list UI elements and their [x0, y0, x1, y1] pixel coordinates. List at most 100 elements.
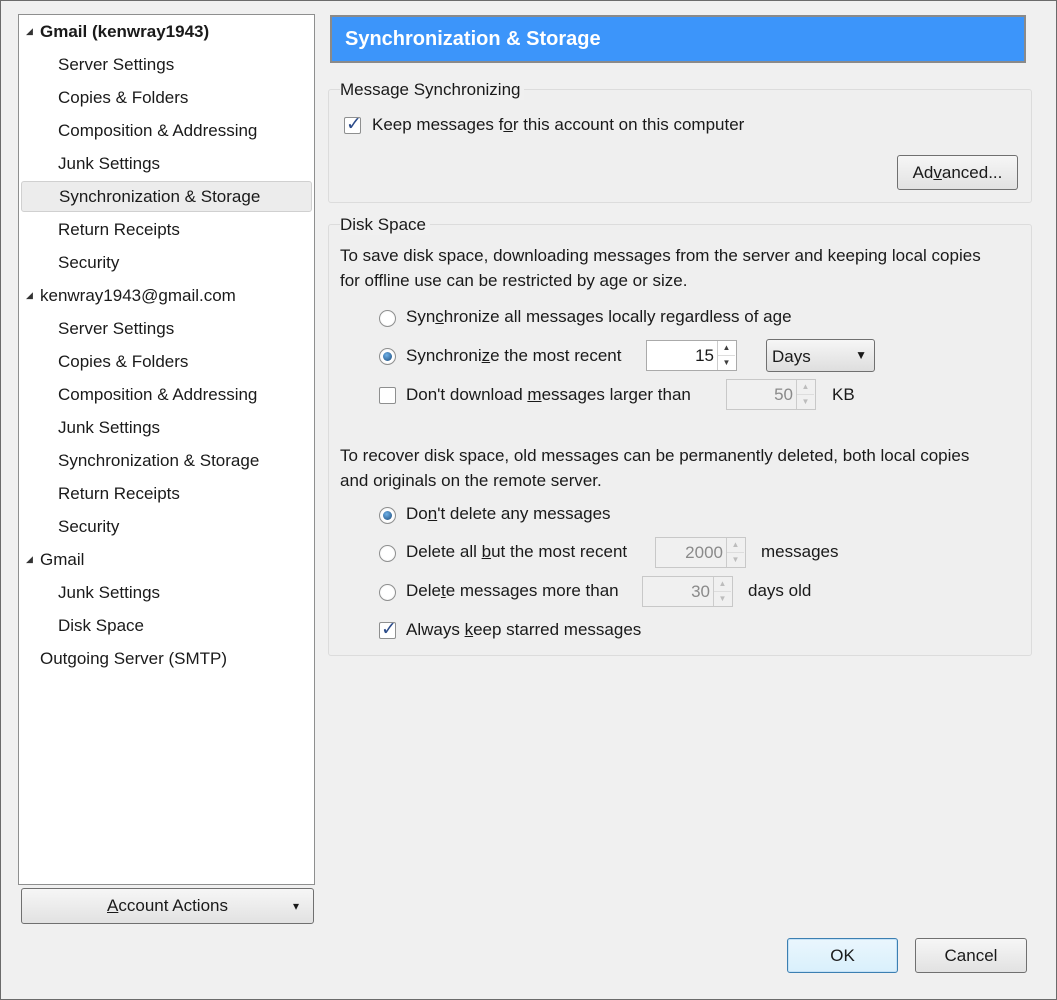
tree-item-label: Outgoing Server (SMTP): [40, 649, 228, 668]
expand-twisty-icon[interactable]: ◢: [26, 280, 36, 311]
spin-down-icon: ▼: [718, 594, 727, 603]
checkmark-icon: ✓: [381, 619, 397, 640]
max-size-unit: KB: [832, 385, 855, 404]
tree-item-label: Synchronization & Storage: [59, 187, 261, 206]
period-unit-value: Days: [772, 347, 811, 366]
tree-item-label: Gmail: [40, 550, 85, 569]
tree-item-label: Junk Settings: [58, 154, 161, 173]
tree-item-server-settings[interactable]: Server Settings: [21, 49, 312, 80]
chevron-down-icon: ▾: [292, 899, 299, 913]
tree-item-copies-folders[interactable]: Copies & Folders: [21, 346, 312, 377]
dropdown-arrow-icon: ▼: [855, 348, 867, 362]
delete-all-but-radio[interactable]: [379, 545, 396, 562]
checkmark-icon: ✓: [346, 114, 362, 135]
dont-download-label[interactable]: Don't download messages larger than: [406, 385, 691, 405]
sync-all-label[interactable]: Synchronize all messages locally regardl…: [406, 307, 792, 327]
tree-item-composition-addressing[interactable]: Composition & Addressing: [21, 379, 312, 410]
tree-item-label: Return Receipts: [58, 484, 180, 503]
advanced-button[interactable]: Advanced...: [897, 155, 1018, 190]
tree-item-label: Security: [58, 253, 120, 272]
sync-recent-radio[interactable]: [379, 348, 396, 365]
keep-starred-checkbox[interactable]: ✓: [379, 619, 397, 640]
cancel-button[interactable]: Cancel: [915, 938, 1027, 973]
ok-button[interactable]: OK: [787, 938, 898, 973]
tree-item-disk-space[interactable]: Disk Space: [21, 610, 312, 641]
spin-buttons: ▲ ▼: [726, 538, 745, 567]
tree-item-junk-settings[interactable]: Junk Settings: [21, 148, 312, 179]
spin-up-icon: ▲: [714, 577, 731, 592]
tree-item-label: Junk Settings: [58, 418, 161, 437]
delete-older-label[interactable]: Delete messages more than: [406, 581, 619, 601]
spin-up-icon[interactable]: ▲: [718, 341, 735, 356]
sync-all-radio[interactable]: [379, 310, 396, 327]
tree-item-label: Disk Space: [58, 616, 144, 635]
spin-buttons: ▲ ▼: [796, 380, 815, 409]
tree-item-gmail-kenwray1943[interactable]: ◢ Gmail (kenwray1943): [21, 16, 312, 47]
tree-item-label: Gmail (kenwray1943): [40, 22, 210, 41]
days-old-spinbox[interactable]: 30 ▲ ▼: [642, 576, 733, 607]
spin-down-icon: ▼: [731, 555, 740, 564]
tree-item-security[interactable]: Security: [21, 247, 312, 278]
spin-buttons: ▲ ▼: [717, 341, 736, 370]
message-sync-caption: Message Synchronizing: [340, 80, 525, 100]
tree-item-label: Server Settings: [58, 319, 175, 338]
dont-delete-label[interactable]: Don't delete any messages: [406, 504, 611, 524]
tree-item-label: Synchronization & Storage: [58, 451, 260, 470]
spin-up-icon: ▲: [797, 380, 814, 395]
disk-space-intro-line2: for offline use can be restricted by age…: [340, 271, 688, 290]
spin-down-icon: ▼: [801, 397, 810, 406]
period-unit-dropdown[interactable]: Days ▼: [766, 339, 875, 372]
dont-download-checkbox[interactable]: [379, 387, 396, 404]
recover-intro-line1: To recover disk space, old messages can …: [340, 446, 970, 465]
disk-space-intro-line1: To save disk space, downloading messages…: [340, 246, 981, 265]
tree-item-label: Composition & Addressing: [58, 385, 258, 404]
max-size-spinbox[interactable]: 50 ▲ ▼: [726, 379, 816, 410]
days-old-unit: days old: [748, 581, 812, 600]
tree-item-label: Security: [58, 517, 120, 536]
account-tree[interactable]: ◢ Gmail (kenwray1943) Server Settings Copie…: [18, 14, 315, 885]
tree-item-junk-settings[interactable]: Junk Settings: [21, 412, 312, 443]
tree-item-return-receipts[interactable]: Return Receipts: [21, 214, 312, 245]
keep-count-unit: messages: [761, 542, 839, 561]
tree-item-copies-folders[interactable]: Copies & Folders: [21, 82, 312, 113]
tree-item-label: Copies & Folders: [58, 352, 189, 371]
disk-space-caption: Disk Space: [340, 215, 430, 235]
spin-buttons: ▲ ▼: [713, 577, 732, 606]
tree-item-label: Return Receipts: [58, 220, 180, 239]
tree-item-gmail[interactable]: ◢ Gmail: [21, 544, 312, 575]
spin-down-icon[interactable]: ▼: [718, 356, 735, 370]
delete-all-but-label[interactable]: Delete all but the most recent: [406, 542, 627, 562]
tree-item-junk-settings[interactable]: Junk Settings: [21, 577, 312, 608]
sync-recent-value[interactable]: 15: [695, 341, 714, 370]
account-actions-button[interactable]: Account Actions ▾: [21, 888, 314, 924]
tree-item-label: Junk Settings: [58, 583, 161, 602]
tree-item-server-settings[interactable]: Server Settings: [21, 313, 312, 344]
tree-item-label: kenwray1943@gmail.com: [40, 286, 236, 305]
tree-item-return-receipts[interactable]: Return Receipts: [21, 478, 312, 509]
tree-item-composition-addressing[interactable]: Composition & Addressing: [21, 115, 312, 146]
tree-item-synchronization-storage[interactable]: Synchronization & Storage: [21, 445, 312, 476]
tree-item-label: Copies & Folders: [58, 88, 189, 107]
tree-item-kenwray1943-gmail-com[interactable]: ◢ kenwray1943@gmail.com: [21, 280, 312, 311]
page-title: Synchronization & Storage: [330, 15, 1026, 63]
sync-recent-label[interactable]: Synchronize the most recent: [406, 346, 621, 366]
keep-starred-label[interactable]: Always keep starred messages: [406, 620, 641, 640]
keep-messages-checkbox[interactable]: ✓: [344, 114, 362, 135]
keep-count-value: 2000: [685, 543, 723, 562]
delete-older-radio[interactable]: [379, 584, 396, 601]
tree-item-security[interactable]: Security: [21, 511, 312, 542]
keep-messages-label[interactable]: Keep messages for this account on this c…: [372, 115, 744, 135]
sync-recent-spinbox[interactable]: 15 ▲ ▼: [646, 340, 737, 371]
dont-delete-radio[interactable]: [379, 507, 396, 524]
tree-item-synchronization-storage[interactable]: Synchronization & Storage: [21, 181, 312, 212]
days-old-value: 30: [691, 582, 710, 601]
spin-up-icon: ▲: [727, 538, 744, 553]
expand-twisty-icon[interactable]: ◢: [26, 544, 36, 575]
max-size-value: 50: [774, 385, 793, 404]
keep-count-spinbox[interactable]: 2000 ▲ ▼: [655, 537, 746, 568]
tree-item-label: Composition & Addressing: [58, 121, 258, 140]
tree-item-outgoing-server-smtp[interactable]: Outgoing Server (SMTP): [21, 643, 312, 674]
expand-twisty-icon[interactable]: ◢: [26, 16, 36, 47]
recover-intro-line2: and originals on the remote server.: [340, 471, 602, 490]
tree-item-label: Server Settings: [58, 55, 175, 74]
